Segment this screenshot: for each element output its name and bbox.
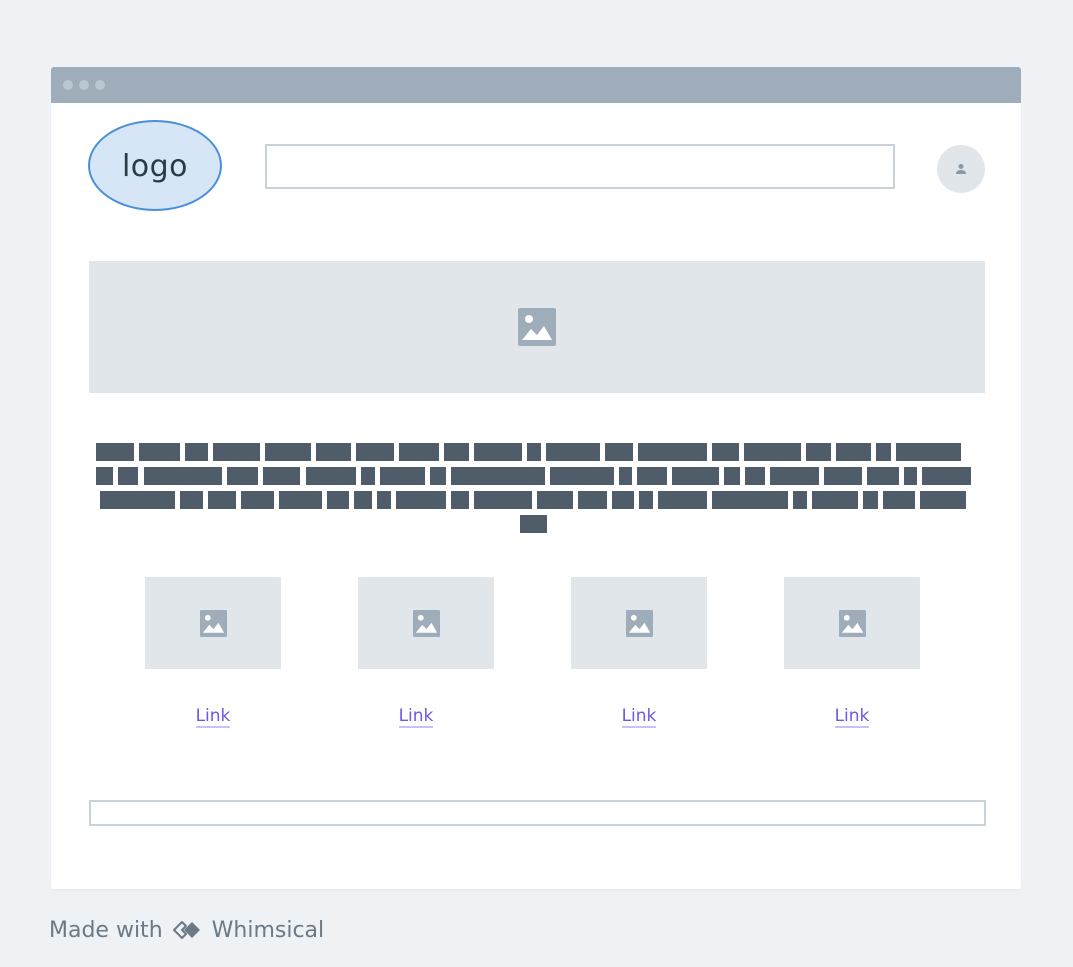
image-icon (838, 609, 866, 637)
card-link-1[interactable]: Link (145, 705, 281, 728)
card-image (784, 577, 920, 669)
card-link-label[interactable]: Link (195, 706, 231, 728)
card-link-3[interactable]: Link (571, 705, 707, 728)
image-icon (412, 609, 440, 637)
card-image (145, 577, 281, 669)
user-icon (956, 164, 966, 174)
image-icon (625, 609, 653, 637)
card-link-2[interactable]: Link (348, 705, 484, 728)
card-image (571, 577, 707, 669)
window-dot-minimize[interactable] (79, 80, 89, 90)
logo[interactable]: logo (88, 120, 222, 211)
logo-label: logo (121, 149, 189, 184)
card-link-label[interactable]: Link (398, 706, 434, 728)
image-icon (518, 308, 556, 346)
footer-input[interactable] (89, 800, 986, 826)
card-link-label[interactable]: Link (834, 706, 870, 728)
text-block (96, 443, 978, 535)
browser-window: logo Link Link Link Link (51, 67, 1021, 889)
card-link-label[interactable]: Link (621, 706, 657, 728)
window-dot-close[interactable] (63, 80, 73, 90)
window-dot-maximize[interactable] (95, 80, 105, 90)
avatar[interactable] (937, 145, 985, 193)
search-input[interactable] (265, 144, 895, 189)
window-titlebar (51, 67, 1021, 103)
made-with-credit[interactable]: Made with Whimsical (49, 914, 324, 946)
card-link-4[interactable]: Link (784, 705, 920, 728)
hero-image (89, 261, 985, 393)
credit-prefix: Made with (49, 917, 163, 943)
card-image (358, 577, 494, 669)
image-icon (199, 609, 227, 637)
whimsical-logo-icon (172, 920, 206, 940)
credit-brand: Whimsical (211, 917, 325, 943)
